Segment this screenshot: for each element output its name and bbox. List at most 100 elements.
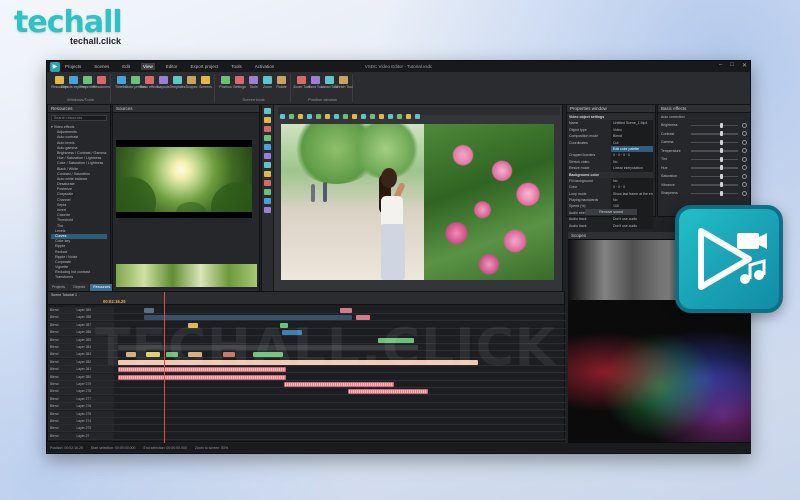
timeline-clip[interactable] <box>188 322 198 328</box>
slider-handle[interactable] <box>720 131 724 136</box>
ribbon-button-layouts[interactable]: Layouts <box>157 74 170 98</box>
preview-tool-icon[interactable] <box>388 113 393 119</box>
track-header[interactable]: Blend Layer 277 <box>48 395 114 402</box>
slider-handle[interactable] <box>720 182 724 187</box>
track-header[interactable]: Blend Layer 285 <box>48 336 114 343</box>
slider-handle[interactable] <box>720 165 724 170</box>
track-blend-mode[interactable]: Blend <box>50 404 58 408</box>
track-blend-mode[interactable]: Blend <box>50 308 58 312</box>
track-header[interactable]: Blend Layer 282 <box>48 358 114 365</box>
tree-item[interactable]: Color / Saturation / Lightness <box>51 161 107 166</box>
preview-tool-icon[interactable] <box>415 113 420 119</box>
timeline-clip[interactable] <box>282 330 302 336</box>
maximize-icon[interactable]: □ <box>730 62 734 69</box>
track-blend-mode[interactable]: Blend <box>50 426 58 430</box>
timeline-clip[interactable] <box>126 352 136 358</box>
reset-icon[interactable] <box>742 131 747 137</box>
timeline-clip[interactable] <box>146 352 160 358</box>
reset-icon[interactable] <box>742 165 747 171</box>
property-row[interactable]: Audio track Don't use audio <box>569 222 653 230</box>
app-logo-icon[interactable]: ▶ <box>50 61 60 72</box>
timeline-clip[interactable] <box>378 337 414 343</box>
menu-edit[interactable]: Edit <box>120 63 132 70</box>
preview-tool-icon[interactable] <box>343 113 348 119</box>
reset-icon[interactable] <box>742 173 747 179</box>
object-tool-icon[interactable] <box>264 189 271 195</box>
track-header[interactable]: Blend Layer 274 <box>48 418 114 424</box>
track-blend-mode[interactable]: Blend <box>50 397 58 401</box>
playhead[interactable] <box>164 292 165 443</box>
menu-editor[interactable]: Editor <box>164 63 180 70</box>
track-header[interactable]: Blend Layer 286 <box>48 329 114 336</box>
reset-icon[interactable] <box>742 182 747 188</box>
ribbon-button-screens[interactable]: Screens <box>199 74 212 98</box>
reset-icon[interactable] <box>742 122 747 128</box>
effect-slider[interactable] <box>691 148 738 153</box>
ribbon-button-zoom[interactable]: Zoom <box>262 74 273 97</box>
slider-handle[interactable] <box>720 148 724 153</box>
ribbon-button-hand-tool[interactable]: Hand Tool <box>308 74 323 97</box>
preview-tool-icon[interactable] <box>280 113 285 119</box>
timeline-clip[interactable] <box>280 322 288 328</box>
track-blend-mode[interactable]: Blend <box>50 389 58 393</box>
track-blend-mode[interactable]: Blend <box>50 315 58 319</box>
timeline-clip[interactable] <box>144 315 352 321</box>
track-blend-mode[interactable]: Blend <box>50 352 58 356</box>
preview-tool-icon[interactable] <box>289 113 294 119</box>
close-icon[interactable]: ✕ <box>742 62 747 69</box>
ribbon-button-resources[interactable]: Resources <box>93 74 110 97</box>
ribbon-button-objects-explorer[interactable]: Objects explorer <box>61 74 86 97</box>
object-tool-icon[interactable] <box>264 153 271 159</box>
preview-tool-icon[interactable] <box>397 113 402 119</box>
object-tool-icon[interactable] <box>264 198 271 204</box>
reset-icon[interactable] <box>742 148 747 154</box>
track-header[interactable]: Blend Layer 275 <box>48 410 114 417</box>
effect-slider[interactable] <box>691 156 738 162</box>
minimize-icon[interactable]: – <box>719 62 722 69</box>
track-blend-mode[interactable]: Blend <box>50 338 58 342</box>
effect-slider[interactable] <box>691 173 738 179</box>
reset-icon[interactable] <box>742 190 747 196</box>
track-header[interactable]: Blend Layer 283 <box>48 351 114 358</box>
source-video-frame[interactable] <box>116 140 252 218</box>
track-header[interactable]: Blend Layer 288 <box>48 314 114 321</box>
timeline-clip[interactable] <box>118 359 478 365</box>
track-blend-mode[interactable]: Blend <box>50 345 58 349</box>
slider-handle[interactable] <box>720 173 724 179</box>
preview-tool-icon[interactable] <box>370 113 375 119</box>
timeline-clip[interactable] <box>166 352 178 358</box>
timeline-clip[interactable] <box>356 315 370 321</box>
remove-sound-button[interactable]: Remove sound <box>585 209 637 215</box>
ribbon-button-properties[interactable]: Properties <box>80 74 95 97</box>
timeline-clip[interactable] <box>348 389 428 395</box>
track-blend-mode[interactable]: Blend <box>50 419 58 423</box>
object-tool-icon[interactable] <box>264 135 271 141</box>
preview-tool-icon[interactable] <box>307 113 312 119</box>
ribbon-button-position[interactable]: Position <box>219 74 232 97</box>
effect-slider[interactable] <box>691 122 738 128</box>
track-header[interactable]: Blend Layer 289 <box>48 307 114 313</box>
panel-tab[interactable]: Projects exp... <box>49 284 68 296</box>
track-header[interactable]: Blend Layer 273 <box>48 425 114 432</box>
reset-icon[interactable] <box>742 139 747 145</box>
menu-scenes[interactable]: Scenes <box>92 63 111 70</box>
property-value[interactable]: Don't use audio <box>611 222 653 230</box>
object-tool-icon[interactable] <box>264 207 271 213</box>
preview-tool-icon[interactable] <box>361 113 366 119</box>
menu-projects[interactable]: Projects <box>63 63 83 70</box>
track-blend-mode[interactable]: Blend <box>50 434 58 438</box>
track-blend-mode[interactable]: Blend <box>50 330 58 334</box>
menu-activation[interactable]: Activation <box>253 63 277 70</box>
preview-canvas[interactable] <box>281 124 554 280</box>
preview-tool-icon[interactable] <box>325 113 330 119</box>
track-blend-mode[interactable]: Blend <box>50 382 58 386</box>
panel-tab[interactable]: Objects exp... <box>69 284 89 296</box>
auto-correction-toggle[interactable]: Auto correction <box>658 113 750 121</box>
menu-export-project[interactable]: Export project <box>189 63 221 70</box>
preview-tool-icon[interactable] <box>316 113 321 119</box>
ribbon-button-zoom-tool[interactable]: Zoom Tool <box>293 74 310 97</box>
timeline-clip[interactable] <box>144 308 154 313</box>
tree-item[interactable]: Transforms <box>51 275 107 280</box>
track-blend-mode[interactable]: Blend <box>50 412 58 416</box>
effect-slider[interactable] <box>691 131 738 136</box>
